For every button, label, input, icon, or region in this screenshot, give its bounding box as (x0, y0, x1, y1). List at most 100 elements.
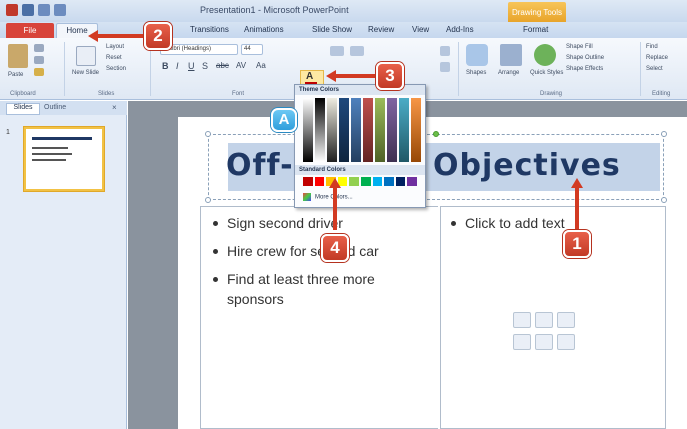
bullets-icon[interactable] (330, 46, 344, 56)
copy-icon[interactable] (34, 56, 44, 64)
replace-button[interactable]: Replace (646, 55, 668, 61)
table-icon[interactable] (513, 312, 531, 328)
theme-color-column[interactable] (387, 98, 397, 162)
theme-color-column[interactable] (303, 98, 313, 162)
tab-review[interactable]: Review (368, 25, 394, 34)
strikethrough-button[interactable]: abc (216, 61, 229, 70)
tab-transitions[interactable]: Transitions (190, 25, 229, 34)
standard-colors-row[interactable] (303, 177, 417, 186)
theme-color-column[interactable] (351, 98, 361, 162)
ribbon-separator (150, 42, 151, 96)
close-icon[interactable]: × (112, 103, 117, 112)
redo-icon[interactable] (54, 4, 66, 16)
more-colors-item[interactable]: More Colors... (303, 193, 353, 201)
font-size-dropdown[interactable]: 44 (241, 44, 263, 55)
save-icon[interactable] (22, 4, 34, 16)
italic-button[interactable]: I (176, 61, 179, 71)
thumb-text-line (32, 153, 72, 155)
cut-icon[interactable] (34, 44, 44, 52)
reset-button[interactable]: Reset (106, 55, 122, 61)
undo-icon[interactable] (38, 4, 50, 16)
theme-color-column[interactable] (363, 98, 373, 162)
underline-button[interactable]: U (188, 61, 195, 71)
align-text-icon[interactable] (440, 62, 450, 72)
char-spacing-button[interactable]: AV (236, 61, 246, 70)
editing-group-label: Editing (652, 91, 671, 97)
drawing-tools-header: Drawing Tools (508, 2, 566, 22)
change-case-button[interactable]: Aa (256, 61, 266, 70)
bullet-dot (213, 277, 218, 282)
font-color-a-icon: A (306, 71, 314, 82)
theme-colors-header: Theme Colors (295, 85, 425, 95)
find-button[interactable]: Find (646, 44, 658, 50)
callout-arrow-2 (96, 34, 146, 38)
left-content-placeholder[interactable]: Sign second driver Hire crew for second … (200, 206, 438, 429)
bullet-dot (213, 249, 218, 254)
format-painter-icon[interactable] (34, 68, 44, 76)
resize-handle[interactable] (205, 131, 211, 137)
smartart-icon[interactable] (557, 312, 575, 328)
theme-color-column[interactable] (375, 98, 385, 162)
paste-label: Paste (8, 72, 24, 78)
theme-color-column[interactable] (315, 98, 325, 162)
slides-group-label: Slides (98, 91, 115, 97)
thumb-title-line (32, 137, 92, 140)
resize-handle[interactable] (661, 131, 667, 137)
chart-icon[interactable] (535, 312, 553, 328)
callout-step-a: A (271, 108, 297, 132)
resize-handle[interactable] (205, 197, 211, 203)
tab-file[interactable]: File (6, 23, 54, 38)
shape-effects-button[interactable]: Shape Effects (566, 66, 603, 72)
shapes-icon[interactable] (466, 44, 488, 66)
paste-icon[interactable] (8, 44, 28, 68)
tab-add-ins[interactable]: Add-Ins (446, 25, 474, 34)
select-button[interactable]: Select (646, 66, 663, 72)
picture-icon[interactable] (513, 334, 531, 350)
theme-color-column[interactable] (327, 98, 337, 162)
font-color-menu: Theme Colors Standard Colors More Colors… (294, 84, 426, 208)
slide-thumbnail[interactable] (24, 127, 104, 191)
bold-button[interactable]: B (162, 61, 169, 71)
quick-styles-icon[interactable] (534, 44, 556, 66)
bullet-continuation: sponsors (227, 291, 284, 307)
theme-colors-grid[interactable] (303, 98, 421, 162)
shape-outline-button[interactable]: Shape Outline (566, 55, 604, 61)
slide-title[interactable]: Off-Season Objectives (226, 148, 666, 183)
tab-animations[interactable]: Animations (244, 25, 284, 34)
shadow-button[interactable]: S (202, 61, 208, 71)
tab-view[interactable]: View (412, 25, 429, 34)
drawing-group-label: Drawing (540, 91, 563, 97)
tab-slide-show[interactable]: Slide Show (312, 25, 352, 34)
numbering-icon[interactable] (350, 46, 364, 56)
theme-color-column[interactable] (411, 98, 421, 162)
shape-fill-button[interactable]: Shape Fill (566, 44, 593, 50)
theme-color-column[interactable] (399, 98, 409, 162)
theme-color-column[interactable] (339, 98, 349, 162)
callout-arrow-2-head (88, 30, 98, 42)
tab-slides[interactable]: Slides (6, 103, 40, 115)
text-direction-icon[interactable] (440, 46, 450, 56)
media-icon[interactable] (557, 334, 575, 350)
standard-color-swatch[interactable] (360, 177, 371, 186)
resize-handle[interactable] (661, 197, 667, 203)
tab-format[interactable]: Format (523, 25, 548, 34)
standard-color-swatch[interactable] (314, 177, 325, 186)
new-slide-icon[interactable] (76, 46, 96, 66)
clip-art-icon[interactable] (535, 334, 553, 350)
section-button[interactable]: Section (106, 66, 126, 72)
standard-color-swatch[interactable] (384, 177, 394, 186)
bullet-text: Hire crew for second car (227, 243, 379, 259)
rotate-handle[interactable] (433, 131, 439, 137)
standard-color-swatch[interactable] (303, 177, 313, 186)
slide-number: 1 (6, 129, 10, 136)
slides-pane: Slides Outline × 1 (0, 101, 127, 429)
callout-arrow-1-head (571, 178, 583, 188)
thumb-text-line (32, 159, 66, 161)
tab-outline[interactable]: Outline (44, 104, 66, 111)
arrange-icon[interactable] (500, 44, 522, 66)
standard-color-swatch[interactable] (372, 177, 383, 186)
standard-color-swatch[interactable] (395, 177, 406, 186)
layout-button[interactable]: Layout (106, 44, 124, 50)
standard-color-swatch[interactable] (407, 177, 417, 186)
standard-color-swatch[interactable] (349, 177, 359, 186)
